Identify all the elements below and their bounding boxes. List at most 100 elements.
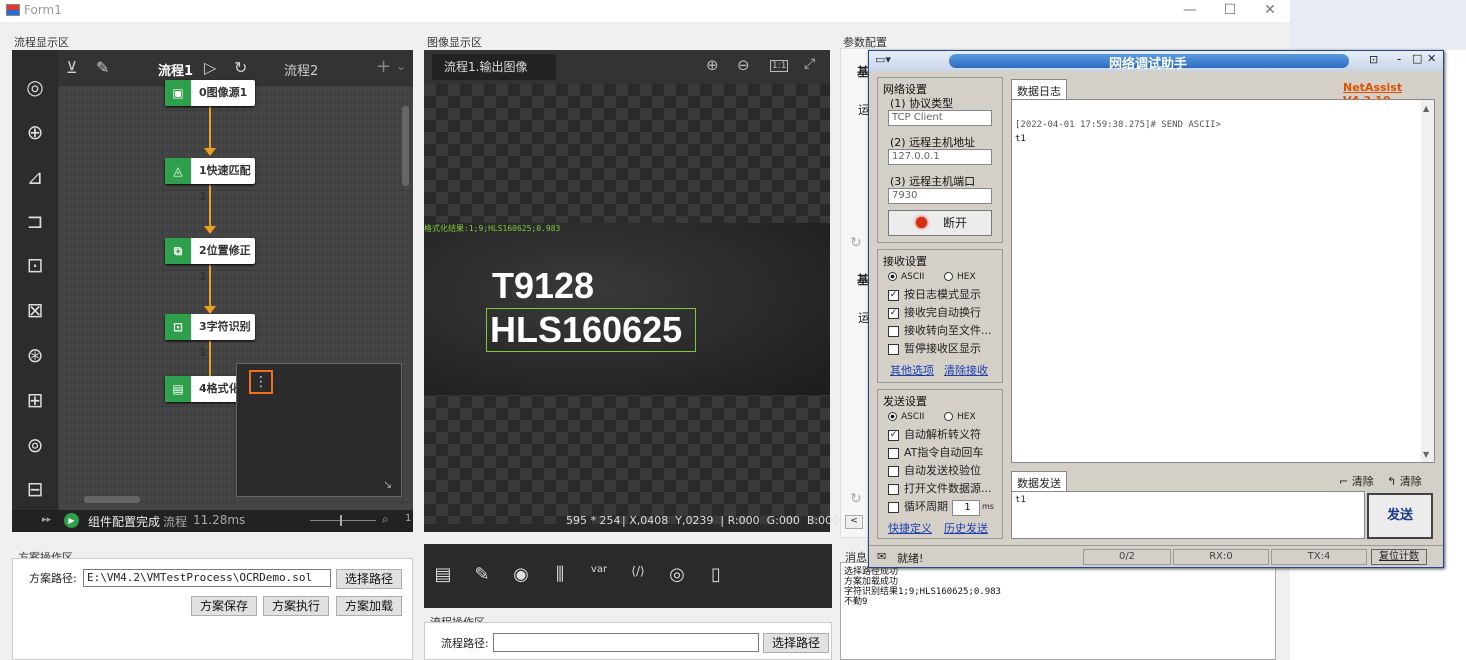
horizontal-scrollbar[interactable] [84, 496, 140, 503]
variable-icon[interactable]: var [586, 564, 612, 588]
netassist-maximize[interactable]: □ [1412, 52, 1422, 65]
resize-icon[interactable]: ↘ [383, 478, 392, 491]
reset-count-button[interactable]: 复位计数 [1371, 549, 1427, 565]
calib-icon[interactable]: ⊠ [20, 295, 50, 325]
wrench-icon[interactable]: ✎ [96, 58, 109, 77]
camera-icon[interactable]: ◉ [508, 564, 534, 588]
send-option-checksum[interactable]: 自动发送校验位 [888, 462, 981, 480]
solution-load-button[interactable]: 方案加载 [336, 596, 402, 616]
recv-ascii-radio[interactable]: ASCII [888, 268, 924, 286]
minimap-viewport[interactable]: ⋮ [249, 370, 273, 394]
solution-execute-button[interactable]: 方案执行 [263, 596, 329, 616]
camera-icon[interactable]: ◎ [20, 72, 50, 102]
save-as-icon[interactable]: ✎ [469, 564, 495, 588]
recv-option-to-file[interactable]: 接收转向至文件... [888, 322, 992, 340]
close-button[interactable]: ✕ [1250, 0, 1290, 22]
scroll-left-icon[interactable]: < [845, 515, 863, 529]
netassist-close[interactable]: ✕ [1427, 52, 1436, 65]
run-once-icon[interactable]: ▷ [204, 58, 216, 77]
tab-flow1[interactable]: 流程1 [158, 60, 193, 79]
tab-data-send[interactable]: 数据发送 [1011, 471, 1067, 491]
netassist-menu-icon[interactable]: ▭▾ [875, 53, 891, 66]
loop-period-input[interactable]: 1 [952, 500, 980, 516]
match-icon: ◬ [165, 158, 191, 184]
comm-icon[interactable]: ⊟ [20, 474, 50, 504]
script-icon[interactable]: ⟨/⟩ [625, 564, 651, 588]
recognize-icon[interactable]: ⊡ [20, 250, 50, 280]
logic-icon[interactable]: ⊞ [20, 385, 50, 415]
refresh-icon-2[interactable]: ↻ [850, 491, 862, 507]
image-edit-icon[interactable]: ⊿ [20, 162, 50, 192]
host-input[interactable]: 127.0.0.1 [888, 149, 992, 165]
loop-unit: ms [982, 502, 994, 511]
minimap[interactable]: ⋮ ↘ [236, 363, 402, 497]
disconnect-button[interactable]: 断开 [888, 210, 992, 236]
align-icon[interactable]: ⊛ [20, 340, 50, 370]
loop-period-option[interactable]: 循环周期 [888, 498, 948, 516]
recv-option-auto-newline[interactable]: ✓ 接收完自动换行 [888, 304, 981, 322]
maximize-button[interactable]: ☐ [1210, 0, 1250, 22]
history-send-link[interactable]: 历史发送 [944, 520, 988, 536]
recv-hex-radio[interactable]: HEX [944, 268, 976, 286]
send-option-at-cr[interactable]: AT指令自动回车 [888, 444, 983, 462]
scroll-down-icon[interactable]: ▼ [1423, 450, 1429, 459]
log-scrollbar[interactable] [1421, 100, 1434, 462]
protocol-label: (1) 协议类型 [890, 97, 954, 110]
minimize-button[interactable]: — [1170, 0, 1210, 22]
locate-icon[interactable]: ⊕ [20, 117, 50, 147]
measure-icon[interactable]: ⊐ [20, 206, 50, 236]
flow-node-position-fix[interactable]: ⧉ 2位置修正1 [165, 238, 255, 283]
send-ascii-radio[interactable]: ASCII [888, 408, 924, 426]
tab-flow2[interactable]: 流程2 [284, 60, 318, 79]
send-option-escape[interactable]: ✓ 自动解析转义符 [888, 426, 981, 444]
controller-icon[interactable]: ⫼ [547, 564, 573, 588]
flow-select-path-button[interactable]: 选择路径 [763, 633, 829, 653]
recv-option-log-mode[interactable]: ✓ 按日志模式显示 [888, 286, 981, 304]
chevron-down-icon[interactable]: ⌄ [396, 59, 406, 73]
recv-option-pause[interactable]: 暂停接收区显示 [888, 340, 981, 358]
image-settings-icon[interactable]: ⊚ [20, 430, 50, 460]
comm-device-icon[interactable]: ▯ [703, 564, 729, 588]
global-trigger-icon[interactable]: ◎ [664, 564, 690, 588]
zoom-slider[interactable] [310, 520, 376, 521]
flow-node-fast-match[interactable]: ◬ 1快速匹配1 [165, 158, 255, 203]
tab-data-log[interactable]: 数据日志 [1011, 79, 1067, 99]
solution-save-button[interactable]: 方案保存 [191, 596, 257, 616]
port-input[interactable]: 7930 [888, 188, 992, 204]
run-loop-icon[interactable]: ↻ [234, 58, 247, 77]
vertical-scrollbar[interactable] [402, 106, 409, 186]
send-input[interactable]: t1 [1011, 491, 1365, 539]
zoom-out-icon[interactable]: ⊖ [737, 56, 750, 74]
netassist-minimize[interactable]: - [1397, 52, 1401, 66]
actual-size-icon[interactable]: 1:1 [770, 60, 789, 72]
zoom-in-icon[interactable]: ⊕ [706, 56, 719, 74]
clear-send-button-1[interactable]: ⌐ 清除 [1339, 473, 1374, 489]
image-source-select[interactable]: 流程1.输出图像 [432, 54, 556, 80]
zoom-slider-thumb[interactable] [340, 515, 342, 526]
flow-node-format[interactable]: ▤ 4格式化 [165, 376, 243, 402]
flow-path-input[interactable] [493, 633, 759, 652]
pin-icon[interactable]: ⊡ [1369, 53, 1378, 66]
send-hex-radio[interactable]: HEX [944, 408, 976, 426]
quick-define-link[interactable]: 快捷定义 [888, 520, 932, 536]
send-button[interactable]: 发送 [1367, 493, 1433, 539]
protocol-select[interactable]: TCP Client [888, 110, 992, 126]
other-options-link[interactable]: 其他选项 [890, 362, 934, 378]
save-icon[interactable]: ▤ [430, 564, 456, 588]
refresh-icon[interactable]: ↻ [850, 235, 862, 251]
status-time: 11.28ms [193, 513, 246, 527]
add-tab-icon[interactable]: + [376, 56, 391, 77]
clear-send-button-2[interactable]: ↰ 清除 [1387, 473, 1422, 489]
fit-screen-icon[interactable]: ⤢ [804, 56, 815, 72]
flow-node-image-source[interactable]: ▣ 0图像源1 [165, 80, 255, 106]
scroll-up-icon[interactable]: ▲ [1423, 104, 1429, 113]
send-option-file-source[interactable]: 打开文件数据源... [888, 480, 1000, 498]
clear-recv-link[interactable]: 清除接收 [944, 362, 988, 378]
expand-icon[interactable]: ▸▸ [42, 515, 51, 525]
solution-path-input[interactable]: E:\VM4.2\VMTestProcess\OCRDemo.sol [83, 569, 331, 587]
hierarchy-icon[interactable]: ⊻ [66, 58, 78, 77]
net-settings-group: 网络设置 (1) 协议类型 TCP Client (2) 远程主机地址 127.… [877, 77, 1003, 243]
zoom-search-icon[interactable]: ⌕ [382, 512, 389, 527]
solution-select-path-button[interactable]: 选择路径 [336, 569, 402, 589]
flow-node-ocr[interactable]: ⊡ 3字符识别1 [165, 314, 255, 359]
